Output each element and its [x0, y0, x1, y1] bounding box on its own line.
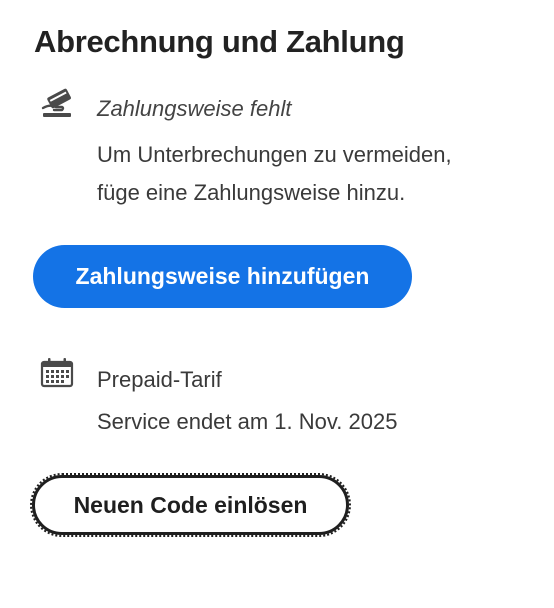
payment-message-line2: füge eine Zahlungsweise hinzu.: [97, 180, 406, 205]
payment-status: Zahlungsweise fehlt: [97, 96, 292, 121]
plan-name: Prepaid-Tarif: [97, 367, 222, 392]
section-title: Abrechnung und Zahlung: [34, 24, 405, 59]
redeem-code-button[interactable]: Neuen Code einlösen: [30, 473, 351, 537]
payment-message-line1: Um Unterbrechungen zu vermeiden,: [97, 142, 452, 167]
billing-payment-panel: Abrechnung und Zahlung Zahlungsweise feh…: [0, 0, 554, 608]
card-hand-icon: [41, 88, 71, 117]
calendar-icon: [40, 358, 74, 388]
add-payment-method-button[interactable]: Zahlungsweise hinzufügen: [33, 245, 412, 308]
service-end-date: Service endet am 1. Nov. 2025: [97, 409, 398, 434]
